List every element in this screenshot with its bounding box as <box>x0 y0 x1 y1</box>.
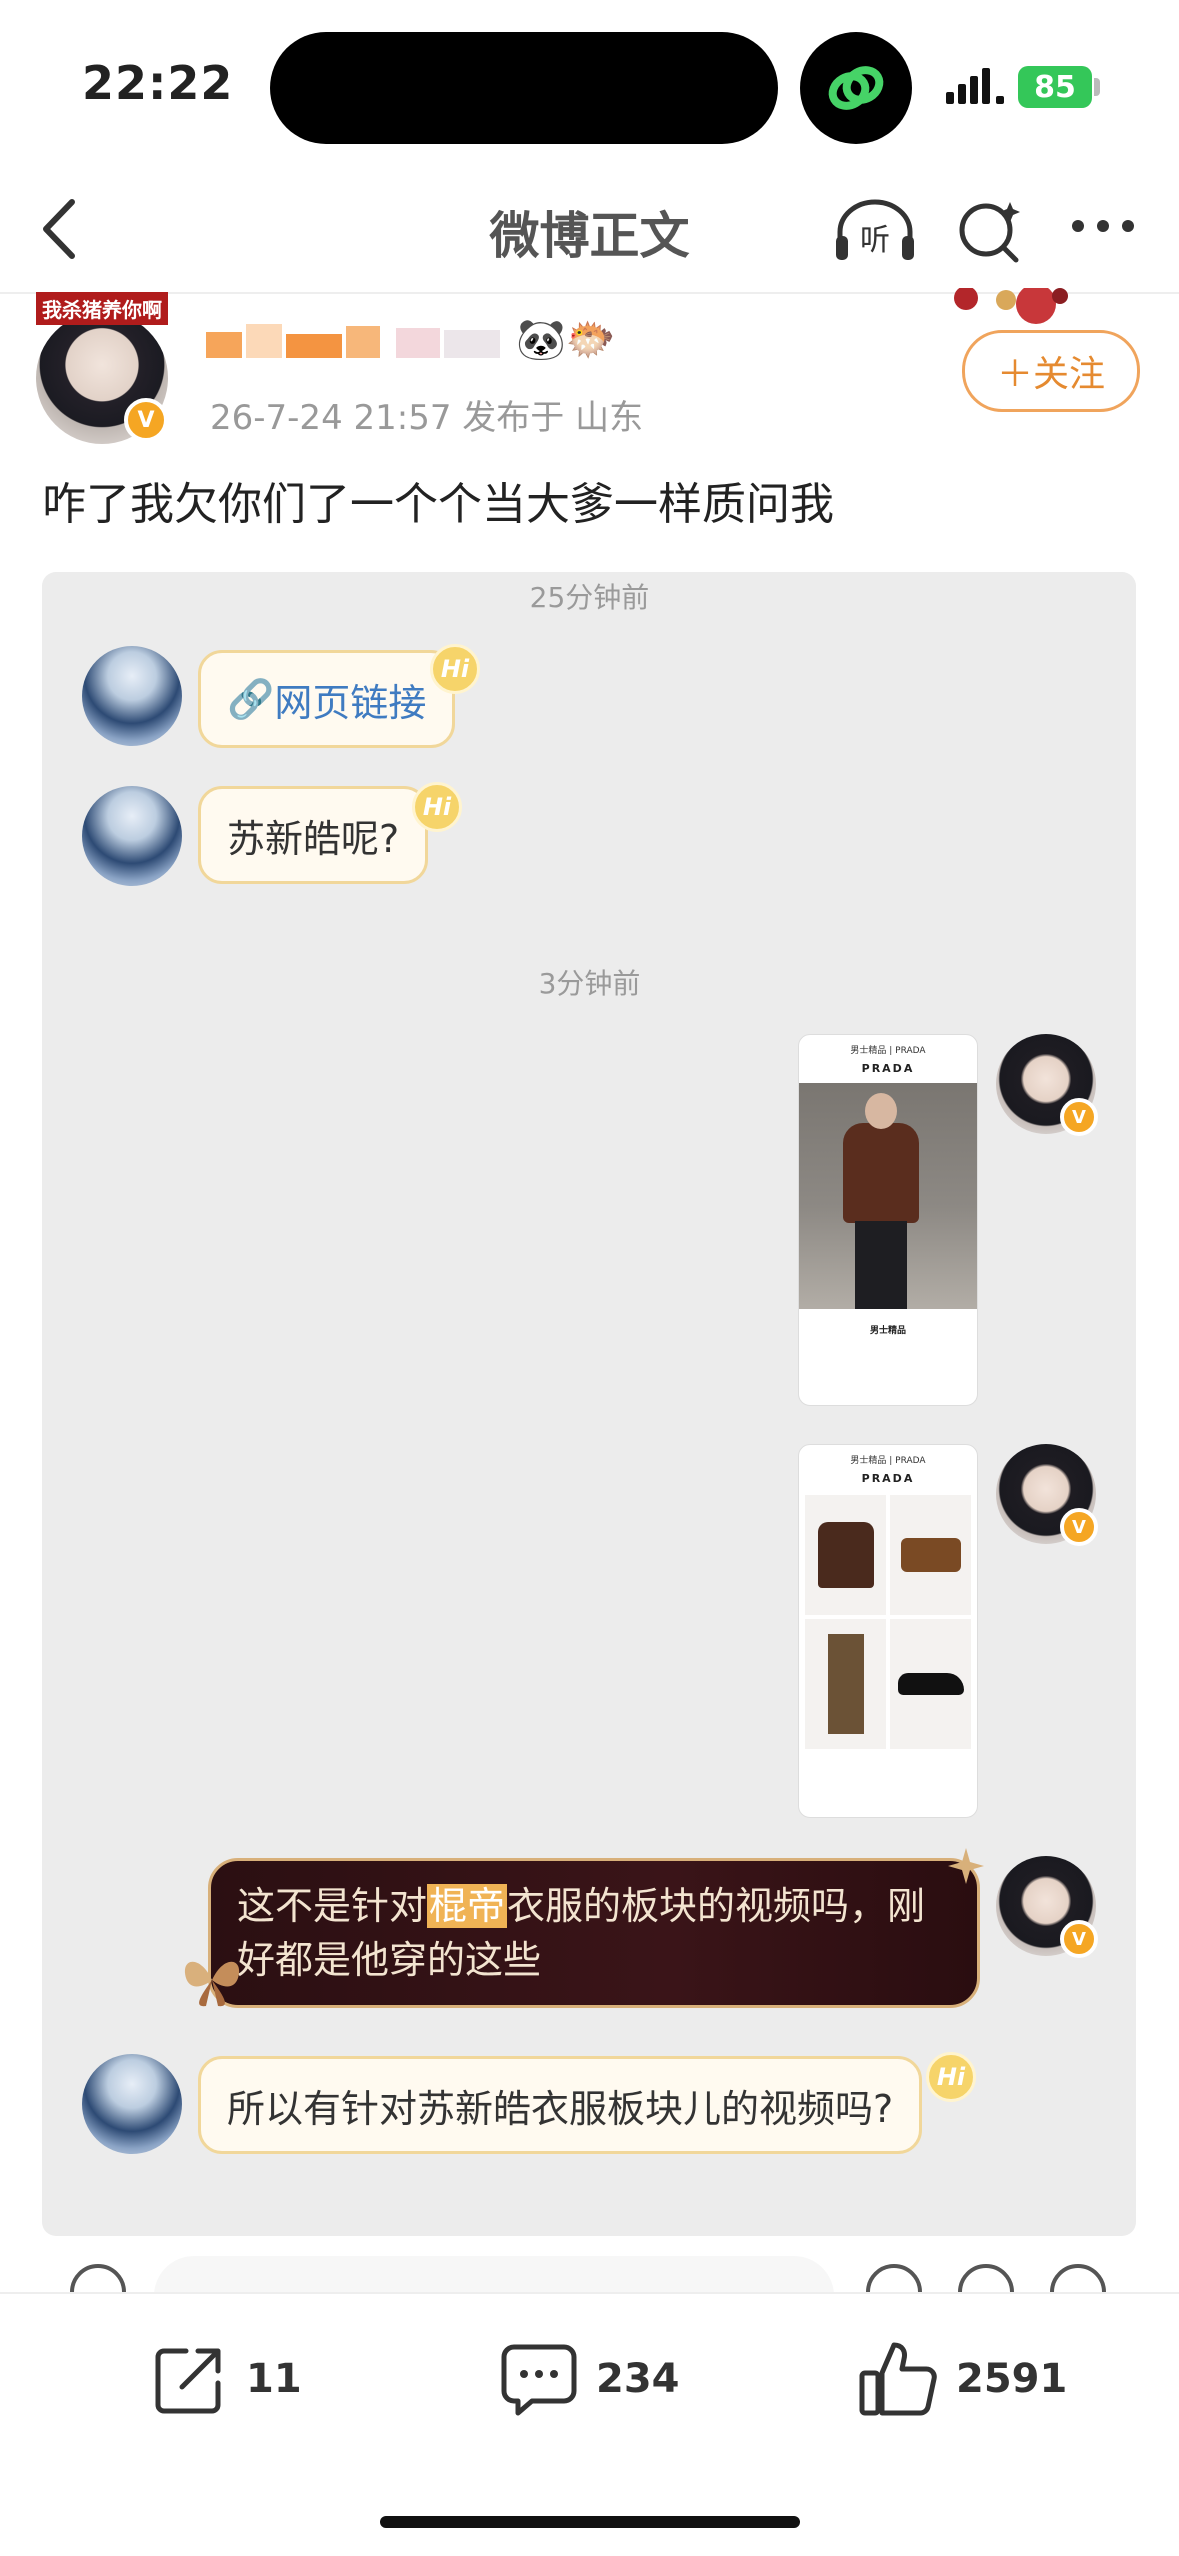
msg-text-pre: 这不是针对 <box>237 1884 428 1928</box>
like-count: 2591 <box>956 2356 1068 2402</box>
signal-icon <box>946 66 1006 110</box>
home-indicator <box>380 2516 800 2528</box>
action-divider <box>0 2292 1179 2294</box>
product-trousers <box>805 1619 886 1749</box>
link-app-icon <box>800 32 912 144</box>
chat-bubble: 苏新皓呢? <box>198 786 429 884</box>
hi-badge-icon: Hi <box>430 644 480 694</box>
verified-badge-icon: V <box>1060 1098 1098 1136</box>
follow-button[interactable]: ＋关注 <box>962 330 1140 412</box>
verified-badge-icon: V <box>1060 1920 1098 1958</box>
chat-bubble-link: 🔗 网页链接 <box>198 650 456 748</box>
search-icon[interactable] <box>956 196 1026 270</box>
product-jacket <box>805 1495 886 1615</box>
shot-brand: PRADA <box>861 1472 915 1485</box>
chat-avatar-left <box>82 646 182 746</box>
product-screenshot: 男士精品 | PRADA PRADA <box>798 1444 978 1818</box>
shot-header: 男士精品 | PRADA <box>850 1046 926 1056</box>
battery-tip <box>1094 78 1100 96</box>
link-icon: 🔗 <box>227 676 275 721</box>
floral-decoration-icon <box>936 284 1086 332</box>
listen-button[interactable]: 听 <box>832 196 918 270</box>
hi-badge-icon: Hi <box>412 782 462 832</box>
repost-button[interactable]: 11 <box>152 2336 302 2422</box>
more-icon[interactable] <box>1070 218 1136 238</box>
web-link[interactable]: 网页链接 <box>274 672 426 727</box>
post-text: 咋了我欠你们了一个个当大爹一样质问我 <box>42 479 834 530</box>
model-photo <box>799 1083 977 1309</box>
comment-button[interactable]: 234 <box>500 2336 680 2422</box>
like-button[interactable]: 2591 <box>858 2336 1067 2422</box>
chat-timestamp: 25分钟前 <box>529 581 650 614</box>
avatar-frame-tag: 我杀猪养你啊 <box>36 292 168 325</box>
chat-avatar-left <box>82 2054 182 2154</box>
repost-count: 11 <box>246 2356 302 2402</box>
like-icon <box>859 2342 937 2416</box>
product-bag <box>890 1495 971 1615</box>
chat-avatar-left <box>82 786 182 886</box>
chat-timestamp: 3分钟前 <box>538 967 641 1000</box>
comment-icon <box>501 2344 577 2416</box>
shot-caption: 男士精品 <box>869 1326 906 1336</box>
status-time: 22:22 <box>82 56 234 110</box>
post-meta: 26-7-24 21:57 发布于 山东 <box>210 398 644 438</box>
product-screenshot: 男士精品 | PRADA PRADA 男士精品 <box>798 1034 978 1406</box>
hi-badge-icon: Hi <box>926 2052 976 2102</box>
butterfly-icon <box>180 1950 244 2014</box>
msg-highlight: 棍帝 <box>427 1884 508 1928</box>
author-name-redacted[interactable] <box>206 320 506 362</box>
comment-count: 234 <box>596 2356 680 2402</box>
shot-header: 男士精品 | PRADA <box>850 1456 926 1466</box>
dynamic-island <box>270 32 778 144</box>
battery-indicator: 85 <box>1018 66 1092 108</box>
shot-brand: PRADA <box>861 1062 915 1075</box>
listen-label: 听 <box>860 223 890 258</box>
product-shoes <box>890 1619 971 1749</box>
verified-badge-icon: V <box>1060 1508 1098 1546</box>
chat-bubble: 所以有针对苏新皓衣服板块儿的视频吗? <box>198 2056 923 2154</box>
sparkle-icon <box>948 1848 984 1888</box>
chat-input-row <box>42 2236 1136 2292</box>
chat-bubble-self: 这不是针对棍帝衣服的板块的视频吗，刚好都是他穿的这些 <box>208 1858 980 2008</box>
repost-icon <box>155 2348 221 2414</box>
verified-badge-icon: V <box>124 398 168 442</box>
author-emoji-icon: 🐼🐡 <box>516 317 616 363</box>
